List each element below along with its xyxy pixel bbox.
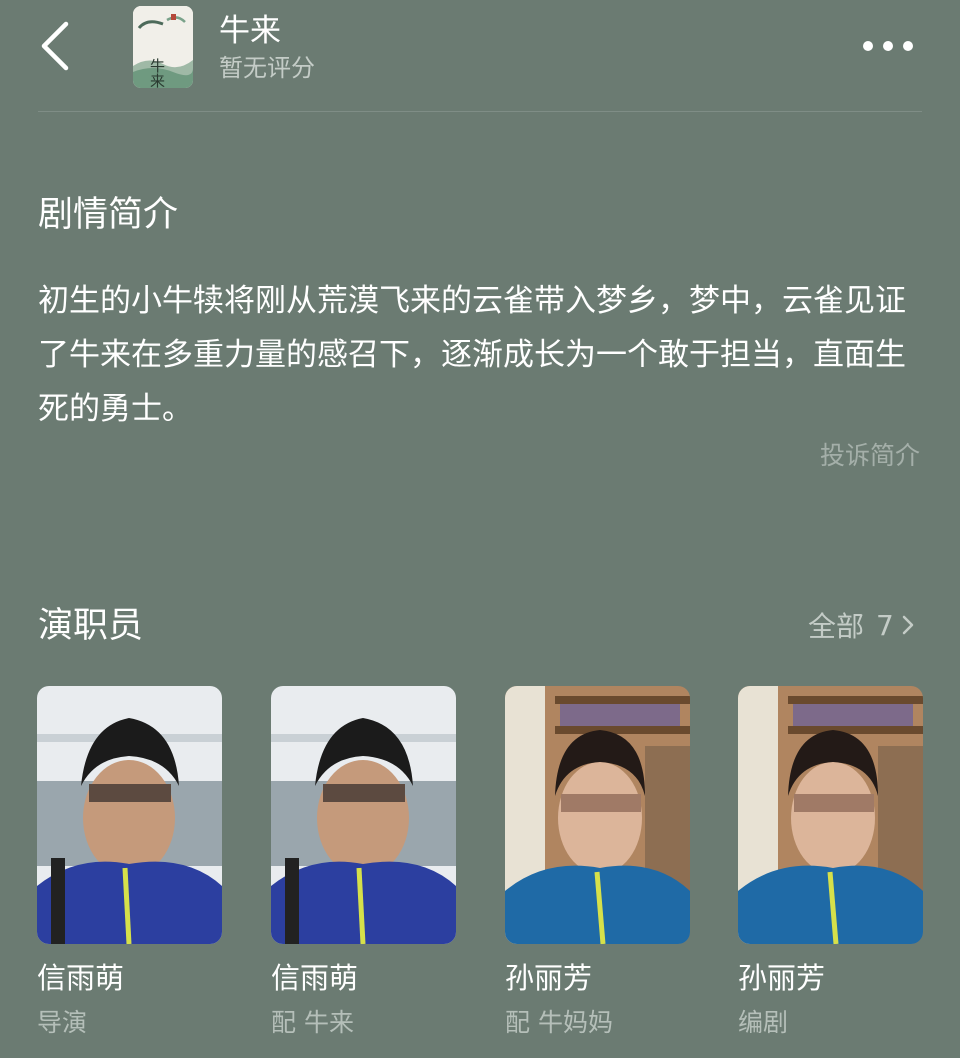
cast-photo (505, 686, 690, 944)
cast-role: 编剧 (738, 1008, 789, 1037)
cast-card[interactable]: 信雨萌 配 牛来 (271, 686, 456, 1037)
header-divider (38, 111, 922, 112)
see-all-cast-link[interactable]: 全部 7 (808, 604, 932, 646)
cast-card[interactable]: 孙丽芳 编剧 (738, 686, 923, 1037)
poster-image: 牛来 (133, 6, 193, 88)
cast-name: 孙丽芳 (505, 961, 593, 995)
more-options-button[interactable] (856, 28, 920, 64)
cast-role: 导演 (37, 1008, 88, 1037)
synopsis-text: 初生的小牛犊将刚从荒漠飞来的云雀带入梦乡，梦中，云雀见证了牛来在多重力量的感召下… (38, 283, 906, 427)
cast-photo (271, 686, 456, 944)
rating-text: 暂无评分 (219, 54, 315, 82)
cast-photo (738, 686, 923, 944)
chevron-left-icon (41, 21, 69, 71)
top-bar: 牛来 牛来 暂无评分 (0, 0, 960, 100)
report-synopsis-link[interactable]: 投诉简介 (820, 438, 920, 474)
see-all-label: 全部 (808, 610, 865, 643)
more-dots-icon (863, 41, 913, 51)
cast-heading: 演职员 (38, 606, 144, 646)
cast-card[interactable]: 孙丽芳 配 牛妈妈 (505, 686, 690, 1037)
cast-count: 7 (876, 608, 894, 642)
back-button[interactable] (28, 14, 84, 78)
cast-role: 配 牛来 (271, 1008, 354, 1037)
page-title: 牛来 (219, 13, 281, 49)
poster-title-text: 牛来 (148, 58, 166, 88)
synopsis-heading: 剧情简介 (38, 195, 179, 235)
cast-card[interactable]: 信雨萌 导演 (37, 686, 222, 1037)
cast-name: 信雨萌 (271, 961, 359, 995)
cast-name: 信雨萌 (37, 961, 125, 995)
poster-thumbnail[interactable]: 牛来 (133, 6, 193, 88)
chevron-right-icon (902, 615, 914, 635)
cast-role: 配 牛妈妈 (505, 1008, 613, 1037)
cast-name: 孙丽芳 (738, 961, 826, 995)
cast-photo (37, 686, 222, 944)
